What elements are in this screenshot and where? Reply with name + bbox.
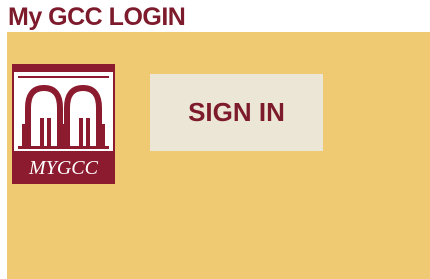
page-title: My GCC LOGIN xyxy=(8,3,186,31)
login-page: My GCC LOGIN MYGCC SIGN IN xyxy=(0,0,430,279)
mygcc-logo: MYGCC xyxy=(12,64,115,184)
svg-text:MYGCC: MYGCC xyxy=(28,157,99,179)
sign-in-label: SIGN IN xyxy=(188,97,285,127)
logo-text-gcc: GCC xyxy=(57,157,99,179)
sign-in-button[interactable]: SIGN IN xyxy=(150,74,323,151)
arches-logo-icon: MYGCC xyxy=(14,66,113,182)
logo-text-my: MY xyxy=(28,157,59,179)
